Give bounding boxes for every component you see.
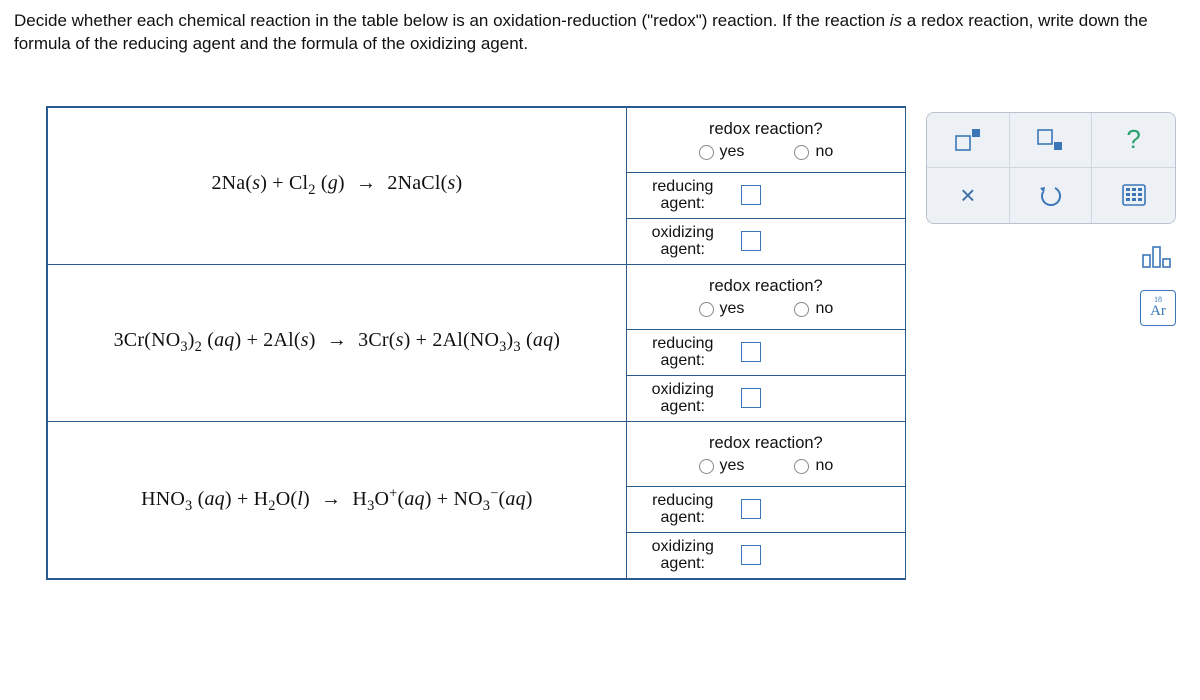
instructions: Decide whether each chemical reaction in… [0,0,1200,70]
reducing-input-2[interactable] [741,342,761,362]
redox-question-label: redox reaction? [709,277,823,296]
reducing-label: reducing agent: [637,178,729,213]
reducing-label: reducing agent: [637,492,729,527]
oxidizing-label: oxidizing agent: [637,538,729,573]
answer-cell-3: redox reaction? yes no reducing agent: o… [626,421,905,579]
instructions-text-italic: is [890,11,902,30]
instructions-text-1: Decide whether each chemical reaction in… [14,11,890,30]
answer-cell-2: redox reaction? yes no reducing agent: o… [626,264,905,421]
superscript-tool-icon[interactable] [927,113,1010,168]
equation-1: 2Na(s) + Cl2 (g) → 2NaCl(s) [211,172,462,194]
equation-cell-3: HNO3 (aq) + H2O(l) → H3O+(aq) + NO3−(aq) [47,421,626,579]
equation-cell-1: 2Na(s) + Cl2 (g) → 2NaCl(s) [47,107,626,265]
radio-no-1[interactable]: no [794,143,833,161]
bar-chart-icon[interactable] [1140,236,1176,272]
close-icon[interactable]: × [927,168,1010,223]
reducing-input-3[interactable] [741,499,761,519]
equation-2: 3Cr(NO3)2 (aq) + 2Al(s) → 3Cr(s) + 2Al(N… [114,329,561,351]
reducing-input-1[interactable] [741,185,761,205]
oxidizing-input-3[interactable] [741,545,761,565]
reducing-label: reducing agent: [637,335,729,370]
radio-yes-1[interactable]: yes [699,143,745,161]
keypad-icon[interactable] [1092,168,1175,223]
oxidizing-label: oxidizing agent: [637,381,729,416]
radio-no-2[interactable]: no [794,300,833,318]
redox-question-label: redox reaction? [709,434,823,453]
subscript-tool-icon[interactable] [1010,113,1093,168]
equation-3: HNO3 (aq) + H2O(l) → H3O+(aq) + NO3−(aq) [141,488,533,510]
answer-cell-1: redox reaction? yes no reducing agent: o… [626,107,905,265]
equation-cell-2: 3Cr(NO3)2 (aq) + 2Al(s) → 3Cr(s) + 2Al(N… [47,264,626,421]
tool-palette: ? × 18 Ar [926,112,1176,326]
radio-yes-3[interactable]: yes [699,457,745,475]
oxidizing-input-2[interactable] [741,388,761,408]
reaction-table: 2Na(s) + Cl2 (g) → 2NaCl(s) redox reacti… [46,106,906,580]
periodic-element-icon[interactable]: 18 Ar [1140,290,1176,326]
redox-question-label: redox reaction? [709,120,823,139]
radio-yes-2[interactable]: yes [699,300,745,318]
oxidizing-input-1[interactable] [741,231,761,251]
oxidizing-label: oxidizing agent: [637,224,729,259]
radio-no-3[interactable]: no [794,457,833,475]
help-icon[interactable]: ? [1092,113,1175,168]
undo-icon[interactable] [1010,168,1093,223]
